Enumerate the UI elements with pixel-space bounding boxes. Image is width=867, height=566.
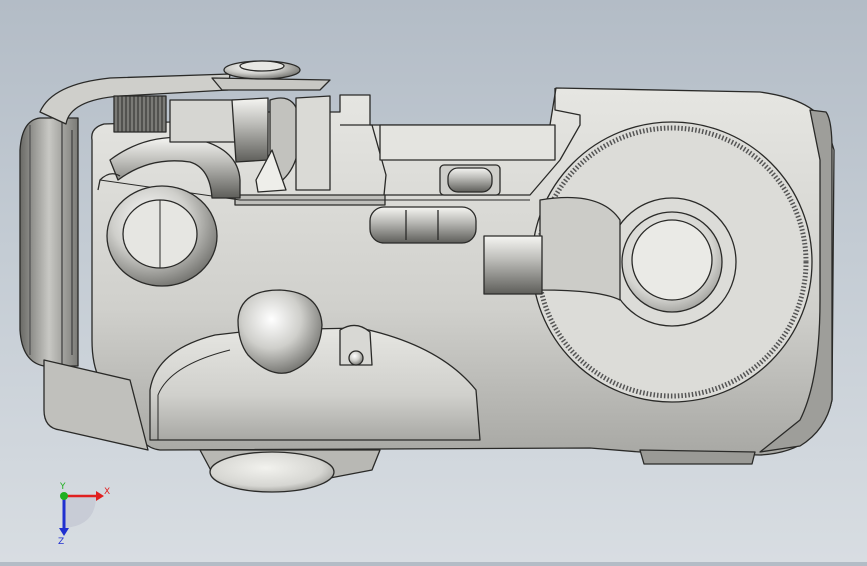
bottom-lens-mount bbox=[199, 449, 381, 493]
top-slot bbox=[439, 164, 501, 196]
film-dial bbox=[531, 121, 813, 403]
x-axis-arrow bbox=[96, 491, 104, 501]
z-axis-label: Z bbox=[58, 537, 64, 547]
camera-model[interactable] bbox=[19, 60, 835, 493]
z-axis-arrow bbox=[59, 528, 69, 536]
bottom-right-foot bbox=[639, 449, 756, 465]
shutter-button bbox=[339, 324, 373, 366]
knurled-wheel bbox=[113, 95, 167, 133]
cad-viewport[interactable]: X Y Z bbox=[0, 0, 867, 562]
lever-tab bbox=[483, 235, 543, 295]
x-axis-label: X bbox=[104, 487, 110, 497]
y-axis-label: Y bbox=[59, 482, 66, 492]
coordinate-triad: X Y Z bbox=[58, 482, 110, 547]
y-axis-dot bbox=[60, 492, 68, 500]
triad-plane-shading bbox=[64, 496, 96, 528]
left-eyepiece-drum bbox=[19, 117, 79, 367]
front-button-strip bbox=[369, 206, 477, 244]
